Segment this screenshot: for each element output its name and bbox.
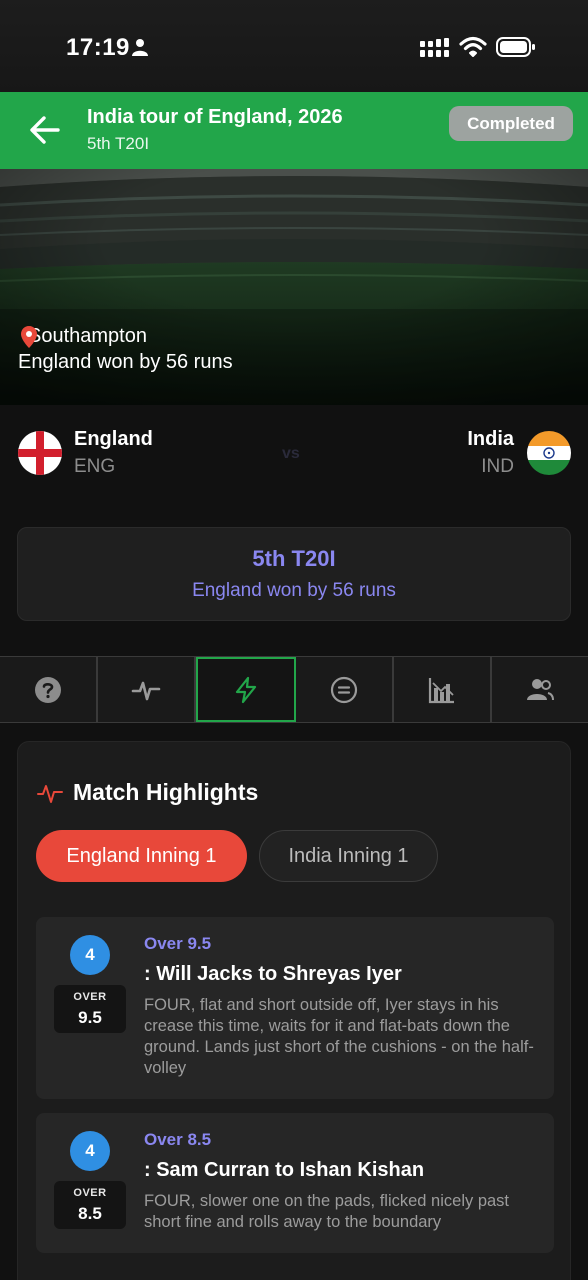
over-box: OVER 8.5 xyxy=(54,1181,126,1229)
venue-location: Southampton xyxy=(20,325,147,348)
highlights-title: Match Highlights xyxy=(73,779,259,805)
tab-live[interactable] xyxy=(98,657,196,722)
delivery-title: : Will Jacks to Shreyas Iyer xyxy=(144,963,402,985)
delivery-description: FOUR, flat and short outside off, Iyer s… xyxy=(144,996,534,1077)
runs-badge: 4 xyxy=(70,1131,110,1171)
cellular-signal-icon xyxy=(420,38,450,63)
delivery-title: : Sam Curran to Ishan Kishan xyxy=(144,1159,425,1181)
away-team-code: IND xyxy=(481,456,514,477)
over-number: 8.5 xyxy=(78,1204,102,1223)
activity-icon xyxy=(37,784,63,803)
highlights-header: Match Highlights xyxy=(37,779,258,806)
tab-scorecard[interactable] xyxy=(296,657,394,722)
highlight-item[interactable]: 4 OVER 8.5 Over 8.5 : Sam Curran to Isha… xyxy=(36,1113,554,1253)
summary-title: 5th T20I xyxy=(252,546,336,571)
tab-stats[interactable] xyxy=(394,657,492,722)
venue-name: Southampton xyxy=(28,325,147,347)
over-text: Over 8.5 xyxy=(144,1130,212,1149)
away-team-name: India xyxy=(467,428,514,450)
india-flag-icon xyxy=(527,431,571,475)
highlight-item[interactable]: 4 OVER 9.5 Over 9.5 : Will Jacks to Shre… xyxy=(36,917,554,1099)
page-title: India tour of England, 2026 xyxy=(87,106,343,128)
over-box: OVER 9.5 xyxy=(54,985,126,1033)
arrow-left-icon xyxy=(30,116,60,144)
wifi-icon xyxy=(459,36,487,63)
over-text: Over 9.5 xyxy=(144,934,212,953)
bar-chart-icon xyxy=(428,677,454,703)
tab-info[interactable] xyxy=(0,657,98,722)
users-icon xyxy=(527,678,554,700)
teams-row: England ENG vs India IND xyxy=(0,405,588,517)
summary-result: England won by 56 runs xyxy=(192,580,396,601)
equals-circle-icon xyxy=(330,676,358,703)
delivery-description: FOUR, slower one on the pads, flicked ni… xyxy=(144,1192,510,1231)
person-icon xyxy=(132,38,148,61)
app-header: India tour of England, 2026 5th T20I Com… xyxy=(0,92,588,169)
runs-badge: 4 xyxy=(70,935,110,975)
over-label: OVER xyxy=(73,991,107,1003)
question-icon xyxy=(35,676,61,703)
over-number: 9.5 xyxy=(78,1008,102,1027)
highlights-card: Match Highlights England Inning 1 India … xyxy=(17,741,571,1280)
back-button[interactable] xyxy=(26,112,66,148)
hero-result-text: England won by 56 runs xyxy=(18,351,233,373)
over-label: OVER xyxy=(73,1187,107,1199)
home-team-code: ENG xyxy=(74,456,116,477)
pulse-icon xyxy=(131,681,161,700)
status-time: 17:19 xyxy=(66,34,130,61)
match-tabs xyxy=(0,656,588,723)
page-subtitle: 5th T20I xyxy=(87,134,150,153)
stadium-hero: Southampton England won by 56 runs xyxy=(0,169,588,405)
tab-squads[interactable] xyxy=(492,657,588,722)
status-bar: 17:19 xyxy=(0,0,588,92)
battery-icon xyxy=(496,37,536,62)
lightning-icon xyxy=(235,676,257,703)
tab-highlights[interactable] xyxy=(196,657,296,722)
match-status-badge: Completed xyxy=(449,106,573,141)
inning-tab-england[interactable]: England Inning 1 xyxy=(36,830,247,882)
inning-tab-india[interactable]: India Inning 1 xyxy=(259,830,438,882)
home-team-name: England xyxy=(74,428,153,450)
england-flag-icon xyxy=(18,431,62,475)
vs-label: vs xyxy=(282,445,300,462)
match-summary-card: 5th T20I England won by 56 runs xyxy=(17,527,571,621)
